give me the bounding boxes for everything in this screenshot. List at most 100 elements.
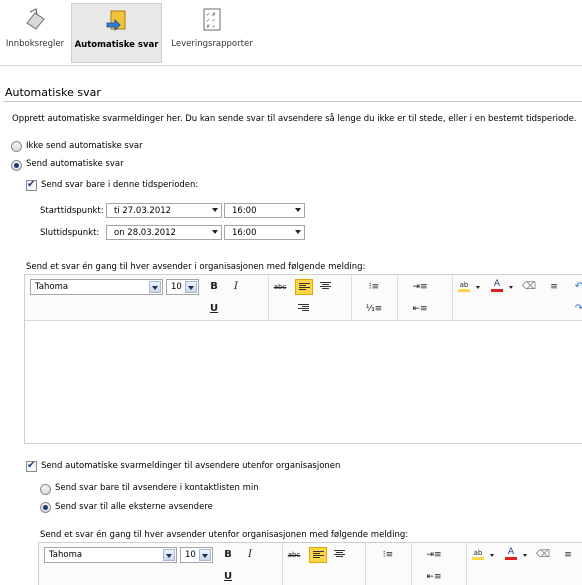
- align-left-icon: [299, 283, 310, 292]
- end-time-value: 16:00: [232, 228, 257, 238]
- end-date-value: on 28.03.2012: [114, 228, 176, 238]
- indent-increase-button[interactable]: ⇥≡: [425, 547, 443, 563]
- all-external-radio[interactable]: [40, 502, 51, 513]
- chevron-down-icon: [295, 230, 301, 234]
- align-center-icon: [334, 550, 345, 559]
- tab-inbox-rules[interactable]: Innboksregler: [0, 3, 70, 63]
- align-left-button[interactable]: [295, 279, 313, 295]
- toolbar-divider: [466, 543, 467, 585]
- underline-button[interactable]: U: [219, 569, 237, 585]
- highlighter-icon: ab: [458, 280, 470, 292]
- font-color-icon: A: [505, 547, 517, 560]
- redo-button[interactable]: ↷: [570, 301, 582, 317]
- end-label: Sluttidspunkt:: [40, 228, 100, 238]
- inbox-rules-icon: [26, 8, 45, 30]
- highlight-button[interactable]: ab: [469, 547, 495, 563]
- numbered-list-button[interactable]: ⅓≡: [365, 301, 383, 317]
- end-time-select[interactable]: 16:00: [224, 225, 305, 240]
- bold-button[interactable]: B: [219, 547, 237, 563]
- external-label[interactable]: Send automatiske svarmeldinger til avsen…: [41, 461, 340, 471]
- indent-increase-button[interactable]: ⇥≡: [411, 279, 429, 295]
- external-message-editor[interactable]: Tahoma 10 B I U abc ⁝≡ ⇥≡ ⇤≡ ab A ⌫ ≡: [38, 542, 582, 585]
- tab-automatic-replies[interactable]: Automatiske svar: [71, 3, 162, 63]
- editor-toolbar: Tahoma 10 B I U abc ⁝≡ ⅓≡ ⇥≡ ⇤≡ ab A ⌫ ≡…: [25, 275, 582, 321]
- svg-text:✗ ✓: ✗ ✓: [206, 24, 216, 30]
- eraser-button[interactable]: ⌫: [520, 279, 538, 295]
- italic-button[interactable]: I: [241, 547, 259, 563]
- chevron-down-icon: [509, 286, 513, 289]
- align-right-button[interactable]: [295, 301, 313, 317]
- internal-message-editor[interactable]: Tahoma 10 B I U abc ⁝≡ ⅓≡ ⇥≡ ⇤≡ ab A ⌫ ≡…: [24, 274, 582, 444]
- start-date-select[interactable]: ti 27.03.2012: [106, 203, 222, 218]
- indent-decrease-button[interactable]: ⇤≡: [411, 301, 429, 317]
- font-size-select[interactable]: 10: [180, 547, 213, 563]
- font-size-select[interactable]: 10: [166, 279, 199, 295]
- bullet-list-button[interactable]: ⁝≡: [379, 547, 397, 563]
- align-center-icon: [320, 282, 331, 291]
- font-family-select[interactable]: Tahoma: [30, 279, 163, 295]
- align-center-button[interactable]: [317, 279, 335, 295]
- intro-text: Opprett automatiske svarmeldinger her. D…: [12, 114, 577, 124]
- time-period-label[interactable]: Send svar bare i denne tidsperioden:: [41, 180, 198, 190]
- title-divider: [3, 101, 582, 102]
- indent-decrease-button[interactable]: ⇤≡: [425, 569, 443, 585]
- highlighter-icon: ab: [472, 548, 484, 560]
- toolbar-divider: [268, 275, 269, 321]
- text-direction-button[interactable]: ≡: [559, 547, 577, 563]
- chevron-down-icon: [149, 281, 161, 293]
- text-direction-button[interactable]: ≡: [545, 279, 563, 295]
- chevron-down-icon: [490, 554, 494, 557]
- align-left-button[interactable]: [309, 547, 327, 563]
- no-reply-radio[interactable]: [11, 141, 22, 152]
- chevron-down-icon: [523, 554, 527, 557]
- align-right-icon: [298, 304, 309, 313]
- undo-button[interactable]: ↶: [570, 279, 582, 295]
- toolbar-divider: [411, 543, 412, 585]
- all-external-label[interactable]: Send svar til alle eksterne avsendere: [55, 502, 213, 512]
- strikethrough-button[interactable]: abc: [271, 279, 289, 295]
- start-label: Starttidspunkt:: [40, 206, 104, 216]
- contacts-only-label[interactable]: Send svar bare til avsendere i kontaktli…: [55, 483, 259, 493]
- toolbar-divider: [452, 275, 453, 321]
- toolbar-divider: [397, 275, 398, 321]
- font-size-value: 10: [171, 282, 182, 292]
- underline-button[interactable]: U: [205, 301, 223, 317]
- automatic-replies-icon: [106, 10, 125, 31]
- toolbar-divider: [365, 543, 366, 585]
- ribbon: Innboksregler Automatiske svar ✓ ✗ ✓ ✓ ✗…: [0, 0, 582, 66]
- send-reply-radio[interactable]: [11, 160, 22, 171]
- time-period-checkbox[interactable]: [26, 179, 37, 191]
- send-reply-label[interactable]: Send automatiske svar: [26, 159, 124, 169]
- font-family-select[interactable]: Tahoma: [44, 547, 177, 563]
- align-center-button[interactable]: [331, 547, 349, 563]
- chevron-down-icon: [199, 549, 211, 561]
- contacts-only-radio[interactable]: [40, 484, 51, 495]
- start-time-value: 16:00: [232, 206, 257, 216]
- internal-message-label: Send et svar én gang til hver avsender i…: [26, 262, 366, 272]
- italic-button[interactable]: I: [227, 279, 245, 295]
- eraser-button[interactable]: ⌫: [534, 547, 552, 563]
- tab-inbox-rules-label: Innboksregler: [5, 39, 65, 49]
- tab-automatic-replies-label: Automatiske svar: [74, 40, 159, 50]
- external-message-label: Send et svar én gang til hver avsender u…: [40, 530, 409, 540]
- tab-delivery-reports[interactable]: ✓ ✗ ✓ ✓ ✗ ✓ Leveringsrapporter: [166, 3, 258, 63]
- chevron-down-icon: [476, 286, 480, 289]
- chevron-down-icon: [295, 208, 301, 212]
- highlight-button[interactable]: ab: [455, 279, 481, 295]
- end-date-select[interactable]: on 28.03.2012: [106, 225, 222, 240]
- tab-delivery-reports-label: Leveringsrapporter: [171, 39, 253, 49]
- editor-toolbar: Tahoma 10 B I U abc ⁝≡ ⇥≡ ⇤≡ ab A ⌫ ≡: [39, 543, 582, 585]
- toolbar-divider: [282, 543, 283, 585]
- bold-button[interactable]: B: [205, 279, 223, 295]
- no-reply-label[interactable]: Ikke send automatiske svar: [26, 141, 143, 151]
- font-color-button[interactable]: A: [502, 547, 528, 563]
- toolbar-divider: [351, 275, 352, 321]
- font-family-value: Tahoma: [35, 282, 69, 292]
- font-family-value: Tahoma: [49, 550, 83, 560]
- font-color-icon: A: [491, 279, 503, 292]
- external-checkbox[interactable]: [26, 460, 37, 472]
- bullet-list-button[interactable]: ⁝≡: [365, 279, 383, 295]
- font-color-button[interactable]: A: [488, 279, 514, 295]
- start-time-select[interactable]: 16:00: [224, 203, 305, 218]
- strikethrough-button[interactable]: abc: [285, 547, 303, 563]
